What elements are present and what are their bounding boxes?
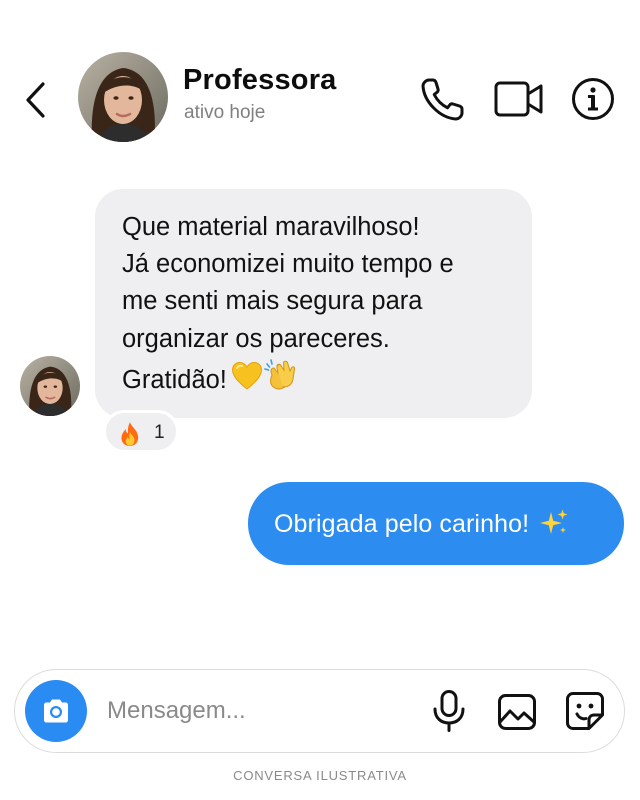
sticker-button[interactable] — [565, 691, 605, 731]
reaction-count: 1 — [154, 422, 165, 443]
image-icon — [498, 694, 536, 730]
info-icon — [572, 78, 614, 120]
phone-icon — [421, 78, 464, 121]
footer-caption: CONVERSA ILUSTRATIVA — [233, 768, 407, 783]
clapping-hands-emoji — [264, 359, 295, 390]
yellow-heart-emoji — [231, 361, 262, 390]
outgoing-message-bubble[interactable]: Obrigada pelo carinho! — [248, 482, 624, 565]
contact-name[interactable]: Professora — [183, 64, 337, 97]
contact-status: ativo hoje — [184, 102, 266, 123]
call-button[interactable] — [420, 76, 466, 122]
video-call-button[interactable] — [494, 80, 544, 118]
message-reaction[interactable]: 1 — [103, 410, 179, 453]
voice-message-button[interactable] — [429, 689, 469, 733]
video-camera-icon — [494, 81, 543, 117]
info-button[interactable] — [571, 77, 615, 121]
fire-emoji — [121, 422, 139, 446]
avatar-photo — [78, 52, 168, 142]
message-input[interactable] — [107, 696, 407, 726]
gallery-button[interactable] — [497, 693, 537, 731]
contact-avatar[interactable] — [78, 52, 168, 142]
message-composer — [14, 669, 625, 753]
back-button[interactable] — [20, 80, 54, 120]
sender-avatar[interactable] — [20, 356, 80, 416]
chevron-left-icon — [26, 82, 45, 118]
camera-icon — [44, 699, 68, 723]
microphone-icon — [433, 690, 465, 732]
camera-button[interactable] — [25, 680, 87, 742]
outgoing-message-text: Obrigada pelo carinho! — [274, 510, 530, 538]
avatar-photo — [20, 356, 80, 416]
incoming-message-bubble[interactable]: Que material maravilhoso! Já economizei … — [95, 189, 532, 418]
chat-header: Professora ativo hoje — [0, 0, 640, 170]
sticker-icon — [566, 692, 604, 730]
sparkles-emoji — [540, 509, 568, 534]
